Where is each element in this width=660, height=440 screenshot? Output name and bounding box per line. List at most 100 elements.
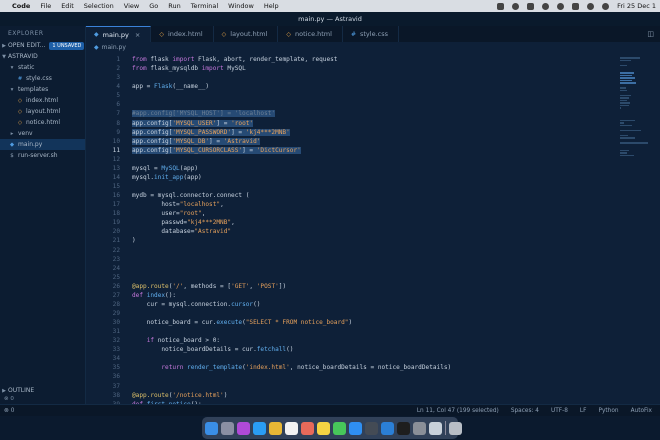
tab-main-py[interactable]: ◆ main.py × — [86, 26, 152, 42]
code-line: 31 — [86, 327, 616, 336]
siri-tray-icon[interactable] — [602, 2, 610, 10]
code-text: passwd="kj4***2MNB", — [132, 219, 235, 227]
user-icon[interactable] — [542, 2, 550, 10]
launchpad-icon[interactable] — [221, 421, 234, 435]
appstore-icon[interactable] — [349, 421, 362, 435]
menu-item-selection[interactable]: Selection — [84, 2, 114, 10]
safari-icon[interactable] — [253, 421, 266, 435]
code-line: 36 — [86, 372, 616, 381]
screen-icon[interactable] — [527, 2, 535, 10]
trash-icon[interactable] — [449, 421, 462, 435]
tab-layout-html[interactable]: ◇ layout.html — [214, 26, 279, 42]
status-formatter[interactable]: AutoFix — [631, 408, 652, 414]
tab-label: style.css — [359, 30, 388, 38]
wifi-icon[interactable] — [557, 2, 565, 10]
tab-style-css[interactable]: # style.css — [343, 26, 399, 42]
breadcrumb[interactable]: ◆ main.py — [86, 42, 660, 53]
vscode-icon[interactable] — [381, 421, 394, 435]
code-text: return render_template('index.html', not… — [161, 364, 452, 372]
siri-icon[interactable] — [237, 421, 250, 435]
tree-item-templates[interactable]: ▾ templates — [0, 84, 85, 95]
tree-item-notice-html[interactable]: ◇ notice.html — [0, 117, 85, 128]
menu-item-view[interactable]: View — [124, 2, 139, 10]
tree-item-label: venv — [18, 130, 33, 137]
status-encoding[interactable]: UTF-8 — [551, 408, 568, 414]
menu-item-run[interactable]: Run — [168, 2, 180, 10]
tree-item-static[interactable]: ▾ static — [0, 62, 85, 73]
code-line: 13 mysql = MySQL(app) — [86, 164, 616, 173]
tab-list: ◆ main.py × ◇ index.html ◇ layout.html ◇ notice.… — [86, 26, 399, 42]
menu-item-file[interactable]: File — [40, 2, 51, 10]
menu-item-go[interactable]: Go — [149, 2, 158, 10]
menu-item-window[interactable]: Window — [228, 2, 254, 10]
code-line: 5 — [86, 91, 616, 100]
preview-icon[interactable] — [429, 421, 442, 435]
menubar-clock[interactable]: Fri 25 Dec 1 — [617, 2, 656, 10]
photos-icon[interactable] — [301, 421, 314, 435]
line-number: 15 — [112, 183, 120, 190]
code-line: 14 mysql.init_app(app) — [86, 173, 616, 182]
outline-section[interactable]: ▶ OUTLINE — [0, 385, 86, 396]
tree-item-layout-html[interactable]: ◇ layout.html — [0, 106, 85, 117]
status-problems[interactable]: ⊗ 0 — [0, 408, 14, 414]
project-section[interactable]: ▼ ASTRAVID — [0, 51, 85, 62]
tree-item-run-server-sh[interactable]: $ run-server.sh — [0, 150, 85, 161]
terminal-icon[interactable] — [397, 421, 410, 435]
code-editor[interactable]: 1 from flask import Flask, abort, render_… — [86, 53, 660, 404]
code-line: 9 app.config['MYSQL_PASSWORD'] = 'kj4***2… — [86, 128, 616, 137]
minimap[interactable] — [620, 57, 648, 156]
tree-item-index-html[interactable]: ◇ index.html — [0, 95, 85, 106]
split-editor-icon[interactable]: ◫ — [647, 30, 654, 38]
line-number: 29 — [112, 309, 120, 317]
code-text: mysql.init_app(app) — [132, 173, 202, 181]
breadcrumb-file: main.py — [101, 44, 126, 51]
menubar-app-name[interactable]: Code — [12, 2, 30, 10]
status-cursor-position[interactable]: Ln 11, Col 47 (199 selected) — [417, 408, 499, 414]
calendar-icon[interactable] — [285, 421, 298, 435]
record-icon[interactable] — [512, 2, 520, 10]
search-icon[interactable] — [587, 2, 595, 10]
tab-label: notice.html — [295, 30, 332, 38]
code-text: ) — [132, 237, 136, 245]
tree-item-style-css[interactable]: # style.css — [0, 73, 85, 84]
open-editors-section[interactable]: ▶ OPEN EDIT... 1 UNSAVED — [0, 40, 85, 51]
line-number: 12 — [112, 155, 120, 163]
minimap-line — [620, 154, 635, 156]
terminal-mini-icon[interactable] — [365, 421, 378, 435]
notes-icon[interactable] — [317, 421, 330, 435]
code-text: mydb = mysql.connector.connect ( — [132, 192, 250, 200]
code-text: @app.route('/', methods = ['GET', 'POST'… — [132, 282, 287, 290]
close-icon[interactable]: × — [135, 31, 140, 39]
cat-icon[interactable] — [497, 2, 505, 10]
minimap-line — [620, 74, 632, 76]
code-line: 19 passwd="kj4***2MNB", — [86, 218, 616, 227]
code-line: 34 — [86, 354, 616, 363]
line-number: 24 — [112, 264, 120, 272]
messages-icon[interactable] — [333, 421, 346, 435]
tree-item-venv[interactable]: ▸ venv — [0, 128, 85, 139]
tab-notice-html[interactable]: ◇ notice.html — [278, 26, 343, 42]
explorer-sidebar: EXPLORER ▶ OPEN EDIT... 1 UNSAVED ▼ ASTR… — [0, 26, 86, 404]
control-center-icon[interactable] — [572, 2, 580, 10]
css-file-icon: # — [17, 75, 23, 82]
menu-item-help[interactable]: Help — [264, 2, 279, 10]
settings-icon[interactable] — [413, 421, 426, 435]
sh-file-icon: $ — [10, 152, 14, 159]
status-eol[interactable]: LF — [580, 408, 587, 414]
chrome-icon[interactable] — [269, 421, 282, 435]
code-line: 16 mydb = mysql.connector.connect ( — [86, 191, 616, 200]
status-indentation[interactable]: Spaces: 4 — [511, 408, 539, 414]
tree-item-main-py[interactable]: ◆ main.py — [0, 139, 85, 150]
status-language[interactable]: Python — [598, 408, 618, 414]
menu-item-terminal[interactable]: Terminal — [191, 2, 218, 10]
tree-item-label: static — [18, 64, 35, 71]
code-line: 24 — [86, 264, 616, 273]
finder-icon[interactable] — [205, 421, 218, 435]
code-line: 28 cur = mysql.connection.cursor() — [86, 300, 616, 309]
line-number: 35 — [112, 364, 120, 372]
minimap-line — [620, 124, 633, 126]
line-number: 6 — [116, 101, 120, 109]
tab-index-html[interactable]: ◇ index.html — [151, 26, 214, 42]
line-number: 28 — [112, 300, 120, 308]
menu-item-edit[interactable]: Edit — [61, 2, 74, 10]
